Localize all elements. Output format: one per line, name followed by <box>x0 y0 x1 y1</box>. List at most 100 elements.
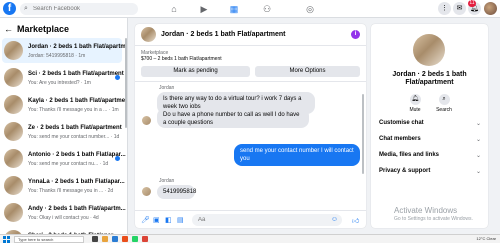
office-icon[interactable] <box>122 236 128 242</box>
conversation-title: Jordan · 2 beds 1 bath Flat/apartment <box>28 44 128 50</box>
sidebar-title: Marketplace <box>17 24 70 34</box>
message-input-box[interactable]: ☺ <box>192 214 342 226</box>
sticker-icon[interactable]: ◧ <box>165 216 172 224</box>
listing-thumbnail <box>4 176 23 195</box>
conversation-list-item[interactable]: Andy · 2 beds 1 bath Flat/apartm... You: … <box>2 200 126 225</box>
conversation-list-item[interactable]: Antonio · 2 beds 1 bath Flat/apar... You:… <box>2 146 126 171</box>
listing-thumbnail <box>4 203 23 222</box>
chrome-icon[interactable] <box>142 236 148 242</box>
notification-badge: 11 <box>468 0 476 7</box>
watermark-title: Activate Windows <box>394 206 458 215</box>
privacy-support-section[interactable]: Privacy & support ⌄ <box>379 168 481 175</box>
chat-panel: Jordan · 2 beds 1 bath Flat/apartment i … <box>135 24 366 228</box>
profile-avatar[interactable] <box>484 2 497 15</box>
conversation-list-item[interactable]: Jordan · 2 beds 1 bath Flat/apartment Jor… <box>2 38 127 63</box>
gif-icon[interactable]: ▤ <box>177 216 184 224</box>
conversation-list-item[interactable]: Kayla · 2 beds 1 bath Flat/apartment You:… <box>2 92 127 117</box>
conversation-title: Ze · 2 beds 1 bath Flat/apartment <box>28 125 122 131</box>
chat-scrollbar[interactable] <box>362 94 364 174</box>
groups-icon[interactable]: ⚇ <box>261 3 273 15</box>
listing-thumbnail <box>4 149 23 168</box>
taskbar-weather: 12°C Clear <box>476 236 496 241</box>
customise-chat-section[interactable]: Customise chat ⌄ <box>379 120 481 127</box>
listing-thumbnail <box>4 122 23 141</box>
message-sender: Jordan <box>159 85 175 91</box>
chat-members-section[interactable]: Chat members ⌄ <box>379 136 481 143</box>
sidebar-scrollbar[interactable] <box>125 38 127 128</box>
video-icon[interactable]: ▶ <box>198 3 210 15</box>
mark-as-pending-button[interactable]: Mark as pending <box>141 66 250 77</box>
listing-thumbnail <box>4 41 23 60</box>
activate-windows-watermark: Activate Windows Go to Settings to activ… <box>394 206 473 224</box>
sender-avatar <box>142 116 151 125</box>
conversation-preview: You: Thanks i'll message you in a ... · … <box>28 107 119 113</box>
windows-taskbar: Type here to search 12°C Clear <box>0 234 500 243</box>
back-arrow-icon[interactable]: ← <box>4 24 13 34</box>
marketplace-sidebar: ← Marketplace Jordan · 2 beds 1 bath Flat… <box>0 18 128 234</box>
chevron-down-icon: ⌄ <box>475 153 481 159</box>
conversation-preview: You: send me your contact number... · 1d <box>28 134 120 140</box>
facebook-logo[interactable]: f <box>3 2 16 15</box>
conversation-list-item[interactable]: YnnaLa · 2 beds 1 bath Flat/apar... You: … <box>2 173 125 198</box>
listing-price[interactable]: $700 – 2 beds 1 bath Flat/apartment <box>141 56 222 62</box>
chevron-down-icon: ⌄ <box>475 137 481 143</box>
whatsapp-icon[interactable] <box>132 236 138 242</box>
home-icon[interactable]: ⌂ <box>168 3 180 15</box>
gaming-icon[interactable]: ◎ <box>304 3 316 15</box>
section-label: Chat members <box>379 136 421 142</box>
search-conversation-button[interactable]: ⌕ Search <box>432 94 456 113</box>
listing-thumbnail <box>4 95 23 114</box>
conversation-list-item[interactable]: Ze · 2 beds 1 bath Flat/apartment You: se… <box>2 119 122 144</box>
messenger-icon[interactable]: ✉ <box>453 2 466 15</box>
taskbar-search[interactable]: Type here to search <box>14 236 84 243</box>
chat-title[interactable]: Jordan · 2 beds 1 bath Flat/apartment <box>161 31 285 38</box>
conversation-preview: You: Thanks i'll message you in ... · 2d <box>28 188 114 194</box>
media-files-links-section[interactable]: Media, files and links ⌄ <box>379 152 481 159</box>
bell-icon: 🔔︎ <box>409 94 421 105</box>
message-composer: 🎤︎ ▣ ◧ ▤ ☺ 👍︎ <box>135 210 366 228</box>
sidebar-header: ← Marketplace <box>4 24 69 34</box>
sent-message-bubble: send me your contact number I will conta… <box>234 144 360 166</box>
image-icon[interactable]: ▣ <box>153 216 160 224</box>
mute-button[interactable]: 🔔︎ Mute <box>403 94 427 113</box>
conversation-title: Andy · 2 beds 1 bath Flat/apartm... <box>28 206 126 212</box>
like-icon[interactable]: 👍︎ <box>352 216 359 225</box>
unread-dot-icon <box>115 75 120 80</box>
conversation-preview: You: Are you intrested? · 1m <box>28 80 91 86</box>
conversation-list-item[interactable]: Sheri · 2 beds 1 bath Flat/apar...You: s… <box>2 227 122 234</box>
message-bubble: 5419995818 <box>157 185 196 199</box>
chevron-down-icon: ⌄ <box>475 169 481 175</box>
marketplace-icon[interactable]: ▦ <box>228 3 240 15</box>
edge-icon[interactable] <box>112 236 118 242</box>
message-list: Jordan Is there any way to do a virtual … <box>135 82 366 210</box>
mute-label: Mute <box>409 107 421 113</box>
section-label: Customise chat <box>379 120 424 126</box>
conversation-title: Antonio · 2 beds 1 bath Flat/apar... <box>28 152 126 158</box>
chat-listing-thumbnail <box>141 27 156 42</box>
top-navigation-bar: f ⌕ ⌂ ▶ ▦ ⚇ ◎ ⋮ ✉ 🔔︎ 11 <box>0 0 500 18</box>
search-box[interactable]: ⌕ <box>20 3 138 15</box>
conversation-title: Sci · 2 beds 1 bath Flat/apartment <box>28 71 124 77</box>
message-input[interactable] <box>192 214 312 226</box>
task-view-icon[interactable] <box>92 236 98 242</box>
message-bubble: Do u have a phone number to call as well… <box>157 108 309 128</box>
listing-thumbnail <box>4 68 23 87</box>
unread-dot-icon <box>115 156 120 161</box>
conversation-preview: You: Okay i will contact you · 4d <box>28 215 99 221</box>
info-icon[interactable]: i <box>351 30 360 39</box>
chat-header: Jordan · 2 beds 1 bath Flat/apartment i <box>135 24 366 46</box>
sender-avatar <box>142 187 151 196</box>
conversation-preview: Jordan: 5419995818 · 1m <box>28 53 86 59</box>
conversation-title: YnnaLa · 2 beds 1 bath Flat/apar... <box>28 179 125 185</box>
more-options-button[interactable]: More Options <box>255 66 360 77</box>
search-label: Search <box>436 107 452 113</box>
emoji-icon[interactable]: ☺ <box>331 216 338 223</box>
windows-start-icon[interactable] <box>3 236 10 243</box>
file-explorer-icon[interactable] <box>102 236 108 242</box>
menu-grid-icon[interactable]: ⋮ <box>438 2 451 15</box>
microphone-icon[interactable]: 🎤︎ <box>141 216 150 224</box>
conversation-list-item[interactable]: Sci · 2 beds 1 bath Flat/apartment You: A… <box>2 65 124 90</box>
conversation-title: Kayla · 2 beds 1 bath Flat/apartment <box>28 98 128 104</box>
search-input[interactable] <box>33 4 133 14</box>
search-icon: ⌕ <box>24 5 28 12</box>
